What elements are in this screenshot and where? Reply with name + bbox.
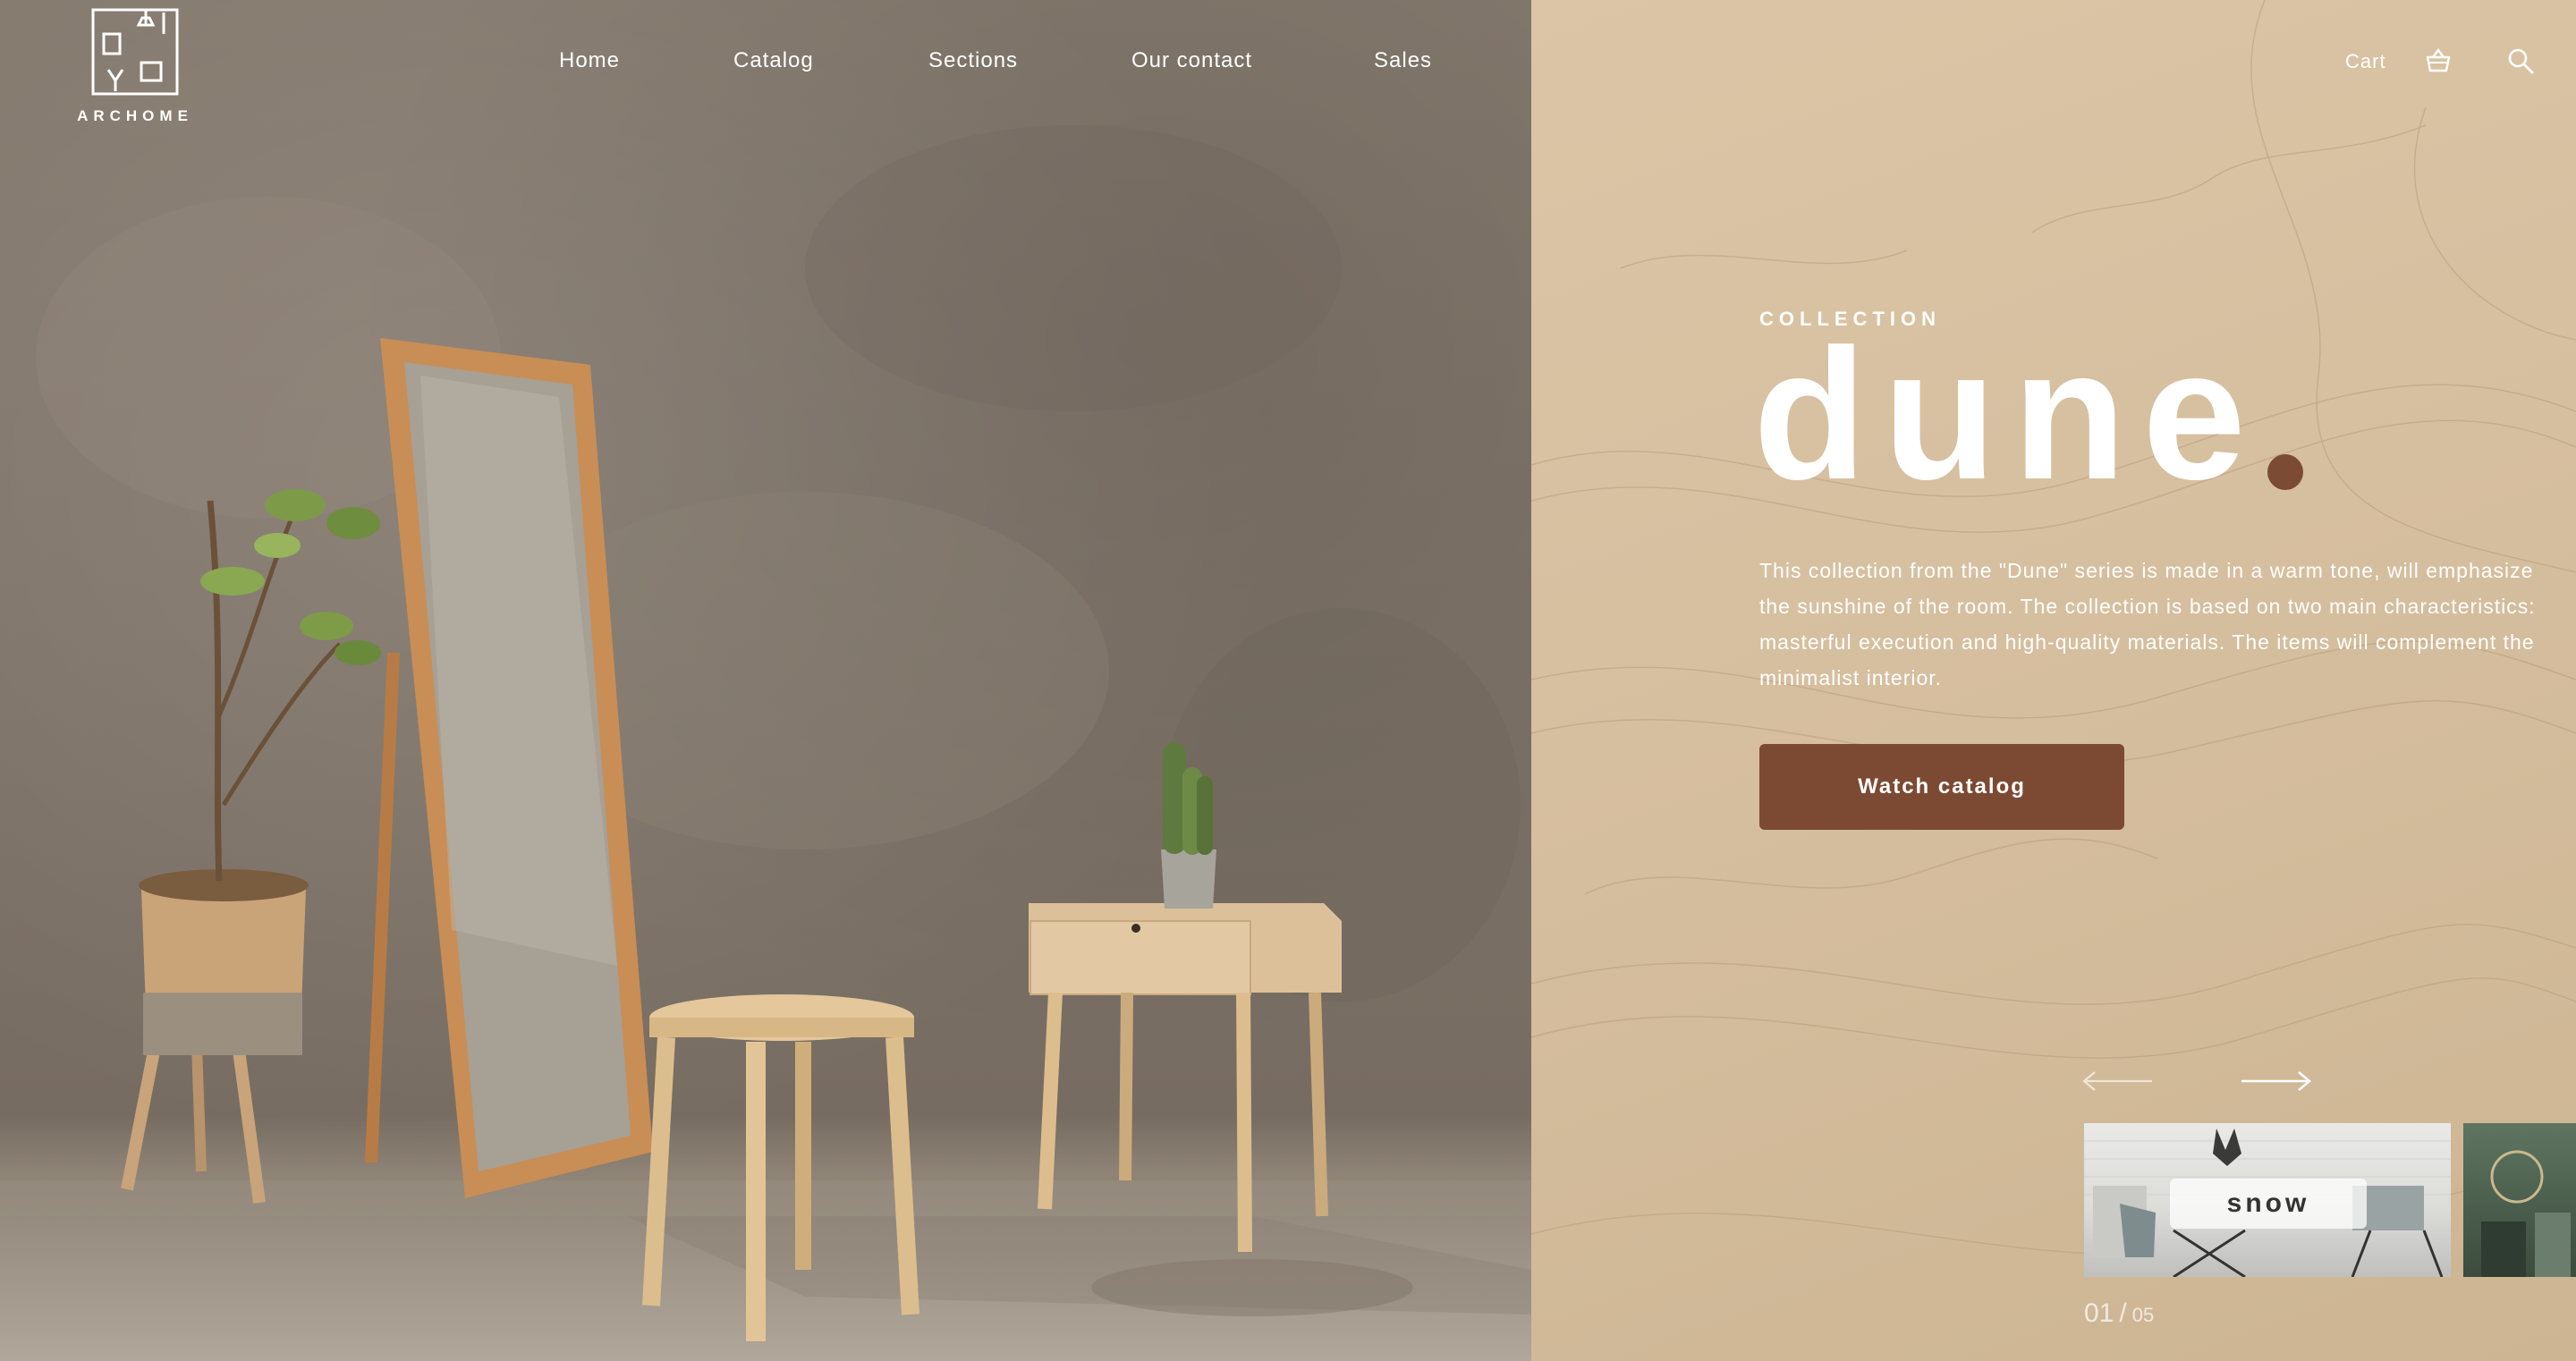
slide-counter-current: 01 [2084,1298,2114,1328]
arrow-right-icon[interactable] [2238,1066,2313,1096]
nav-item-catalog[interactable]: Catalog [733,48,814,73]
room-scene-illustration [0,125,1531,1341]
carousel-slide-snow[interactable]: snow [2084,1123,2451,1277]
nav-item-sales[interactable]: Sales [1374,48,1432,73]
cart-link[interactable]: Cart [2345,50,2386,73]
logo-wordmark: ARCHOME [77,107,193,124]
hero-photo [0,0,1531,1361]
slide-counter-separator: / [2119,1298,2127,1328]
collection-description: This collection from the "Dune" series i… [1759,559,2536,689]
watch-catalog-button[interactable]: Watch catalog [1759,744,2124,830]
title-accent-dot [2267,454,2303,490]
carousel-slide-next[interactable] [2463,1123,2576,1277]
nav-item-our-contact[interactable]: Our contact [1131,48,1252,73]
slide-counter: 01/05 [2084,1298,2154,1329]
search-icon[interactable] [2506,46,2535,75]
slide-counter-total: 05 [2131,1304,2155,1326]
nav-item-home[interactable]: Home [559,48,620,73]
green-room-thumbnail [2481,1150,2571,1277]
basket-icon[interactable] [2424,46,2453,75]
collection-title: dune [1753,311,2262,519]
main-nav: Home Catalog Sections Our contact Sales [0,48,1531,84]
arrow-left-icon[interactable] [2080,1066,2156,1096]
nav-item-sections[interactable]: Sections [928,48,1018,73]
slide-label: snow [2170,1179,2367,1229]
